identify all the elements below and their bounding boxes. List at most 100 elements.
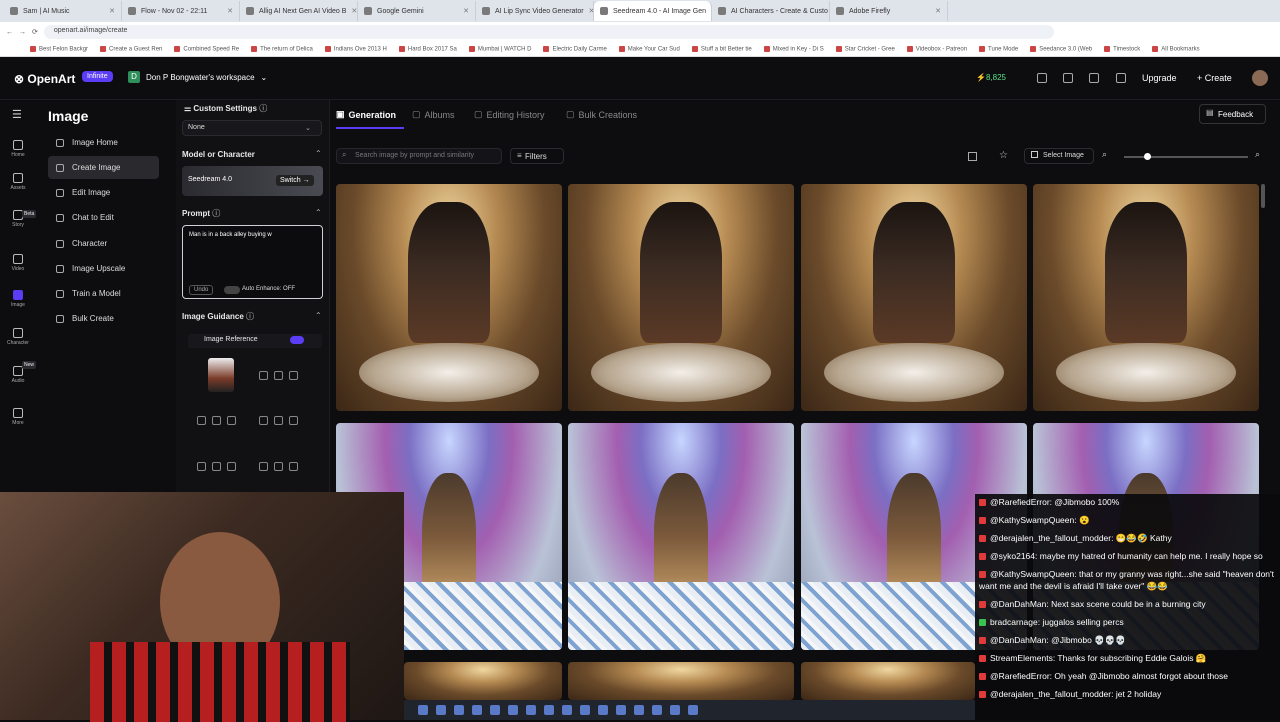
image-reference-toggle[interactable]: [290, 336, 304, 344]
upgrade-button[interactable]: Upgrade: [1142, 73, 1177, 83]
undo-button[interactable]: Undo: [189, 285, 214, 295]
rail-assets[interactable]: Assets: [0, 173, 36, 191]
bookmark[interactable]: Best Felon Backgr: [30, 46, 88, 52]
bookmark[interactable]: Star Cricket - Gree: [836, 46, 895, 52]
rail-home[interactable]: Home: [0, 140, 36, 158]
rail-character[interactable]: Character: [0, 328, 36, 346]
credits-counter[interactable]: ⚡8,825: [976, 73, 1006, 82]
bookmark[interactable]: All Bookmarks: [1152, 46, 1199, 52]
taskbar-app-icon[interactable]: [634, 705, 644, 715]
chevron-up-icon[interactable]: ⌃: [315, 208, 322, 217]
user-avatar[interactable]: [1252, 70, 1268, 86]
chevron-up-icon[interactable]: ⌃: [315, 149, 322, 158]
bookmark[interactable]: Stuff a bit Better tie: [692, 46, 752, 52]
generated-image[interactable]: [404, 662, 562, 700]
zoom-out-icon[interactable]: ⌕: [1102, 149, 1107, 160]
bookmark[interactable]: Mixed in Key - Di S: [764, 46, 824, 52]
taskbar-app-icon[interactable]: [490, 705, 500, 715]
browser-tab[interactable]: Allig AI Next Gen AI Video B ✕: [240, 1, 358, 21]
reference-thumbnail[interactable]: [208, 358, 234, 392]
reference-slot[interactable]: [256, 449, 314, 485]
generated-image[interactable]: [801, 662, 975, 700]
rail-more[interactable]: More: [0, 408, 36, 426]
reference-slot[interactable]: [256, 403, 314, 439]
back-icon[interactable]: ←: [6, 29, 13, 36]
close-icon[interactable]: ✕: [463, 7, 469, 15]
workspace-switcher[interactable]: D Don P Bongwater's workspace ⌄: [128, 71, 267, 83]
nav-chat-to-edit[interactable]: Chat to Edit: [48, 206, 159, 229]
reference-slot[interactable]: [256, 358, 314, 394]
bookmark[interactable]: Mumbai | WATCH D: [469, 46, 532, 52]
zoom-slider[interactable]: [1124, 156, 1248, 158]
menu-icon[interactable]: ☰: [12, 108, 22, 121]
taskbar-app-icon[interactable]: [454, 705, 464, 715]
rail-image[interactable]: Image: [0, 290, 36, 308]
bookmark[interactable]: Tune Mode: [979, 46, 1018, 52]
scrollbar-thumb[interactable]: [1261, 184, 1265, 208]
auto-enhance-toggle[interactable]: [224, 286, 240, 294]
gift-icon[interactable]: [1116, 73, 1126, 83]
tab-generation[interactable]: ▣ Generation: [336, 109, 396, 120]
help-icon[interactable]: [1037, 73, 1047, 83]
taskbar-app-icon[interactable]: [544, 705, 554, 715]
nav-edit-image[interactable]: Edit Image: [48, 181, 159, 204]
bookmark[interactable]: The return of Delica: [251, 46, 313, 52]
bookmark[interactable]: Make Your Car Sud: [619, 46, 680, 52]
star-icon[interactable]: ☆: [999, 150, 1008, 161]
switch-model-button[interactable]: Switch →: [276, 175, 314, 186]
taskbar-app-icon[interactable]: [526, 705, 536, 715]
browser-tab[interactable]: AI Characters - Create & Custo✕: [712, 1, 830, 21]
reload-icon[interactable]: ⟳: [32, 28, 38, 36]
tab-albums[interactable]: ▢ Albums: [412, 109, 455, 120]
close-icon[interactable]: ✕: [227, 7, 233, 15]
browser-tab[interactable]: Google Gemini ✕: [358, 1, 476, 21]
bookmark[interactable]: Timestock: [1104, 46, 1140, 52]
generated-image[interactable]: [568, 662, 794, 700]
taskbar-app-icon[interactable]: [562, 705, 572, 715]
forward-icon[interactable]: →: [19, 29, 26, 36]
taskbar-app-icon[interactable]: [436, 705, 446, 715]
nav-create-image[interactable]: Create Image: [48, 156, 159, 179]
browser-tab[interactable]: Flow - Nov 02 - 22:11 ✕: [122, 1, 240, 21]
select-all-icon[interactable]: [968, 152, 977, 161]
nav-image-upscale[interactable]: Image Upscale: [48, 257, 159, 280]
close-icon[interactable]: ✕: [351, 7, 357, 15]
browser-tab[interactable]: Adobe Firefly ✕: [830, 1, 948, 21]
reference-slot[interactable]: [194, 449, 252, 485]
taskbar-app-icon[interactable]: [652, 705, 662, 715]
taskbar-app-icon[interactable]: [688, 705, 698, 715]
generated-image[interactable]: [336, 184, 562, 411]
taskbar-app-icon[interactable]: [598, 705, 608, 715]
close-icon[interactable]: ✕: [935, 7, 941, 15]
tab-bulk-creations[interactable]: ▢ Bulk Creations: [566, 109, 637, 120]
reference-slot[interactable]: [194, 403, 252, 439]
youtube-icon[interactable]: [1089, 73, 1099, 83]
bookmark[interactable]: Create a Guest Ren: [100, 46, 162, 52]
bookmark[interactable]: Combined Speed Re: [174, 46, 239, 52]
rail-video[interactable]: Video: [0, 254, 36, 272]
bookmark[interactable]: Indians Ove 2013 H: [325, 46, 387, 52]
zoom-in-icon[interactable]: ⌕: [1255, 149, 1260, 160]
nav-bulk-create[interactable]: Bulk Create: [48, 307, 159, 330]
taskbar-app-icon[interactable]: [472, 705, 482, 715]
generated-image[interactable]: [801, 184, 1027, 411]
zoom-slider-handle[interactable]: [1144, 153, 1151, 160]
bookmark[interactable]: Hard Box 2017 Sa: [399, 46, 457, 52]
chevron-up-icon[interactable]: ⌃: [315, 311, 322, 320]
browser-tab[interactable]: AI Lip Sync Video Generator ✕: [476, 1, 594, 21]
tab-editing-history[interactable]: ▢ Editing History: [474, 109, 545, 120]
search-input[interactable]: Search image by prompt and similarity: [336, 148, 502, 164]
browser-tab[interactable]: Sam | AI Music ✕: [4, 1, 122, 21]
nav-character[interactable]: Character: [48, 232, 159, 255]
nav-train-model[interactable]: Train a Model: [48, 282, 159, 305]
generated-image[interactable]: [1033, 184, 1259, 411]
taskbar-app-icon[interactable]: [616, 705, 626, 715]
discord-icon[interactable]: [1063, 73, 1073, 83]
close-icon[interactable]: ✕: [109, 7, 115, 15]
openart-logo[interactable]: ⊗ OpenArt: [14, 72, 75, 86]
url-field[interactable]: openart.ai/image/create: [43, 25, 1054, 39]
nav-image-home[interactable]: Image Home: [48, 131, 159, 154]
bookmark[interactable]: Videobox - Patreon: [907, 46, 967, 52]
custom-settings-select[interactable]: None ⌄: [182, 120, 322, 136]
bookmark[interactable]: Seedance 3.0 (Web: [1030, 46, 1092, 52]
